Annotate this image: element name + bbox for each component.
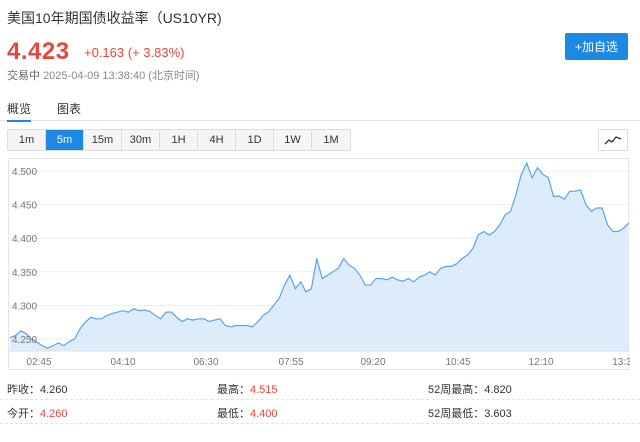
stat-prev-close: 昨收：4.260 — [7, 384, 68, 396]
x-tick-label: 12:10 — [528, 357, 553, 368]
y-tick-label: 4.400 — [12, 234, 37, 245]
stat-open: 今开：4.260 — [7, 408, 68, 420]
add-favorite-button[interactable]: +加自选 — [565, 33, 628, 60]
interval-1mo[interactable]: 1M — [312, 130, 350, 150]
x-tick-label: 07:55 — [278, 357, 303, 368]
y-tick-label: 4.350 — [12, 268, 37, 279]
y-tick-label: 4.450 — [12, 201, 37, 212]
tab-overview[interactable]: 概览 — [7, 100, 32, 122]
x-tick-label: 13:3 — [612, 357, 630, 368]
interval-30m[interactable]: 30m — [122, 130, 160, 150]
stats-row: 昨收：4.260 最高：4.515 52周最高：4.820 — [0, 375, 640, 400]
interval-1h[interactable]: 1H — [160, 130, 198, 150]
timestamp: 2025-04-09 13:38:40 (北京时间) — [43, 70, 200, 82]
stat-52w-high: 52周最高：4.820 — [428, 384, 512, 396]
line-chart-icon — [604, 136, 622, 145]
status-label: 交易中 — [7, 70, 40, 82]
x-tick-label: 10:45 — [445, 357, 470, 368]
interval-1d[interactable]: 1D — [236, 130, 274, 150]
stats-row: 今开：4.260 最低：4.400 52周最低：3.603 — [0, 399, 640, 424]
interval-5m[interactable]: 5m — [46, 130, 84, 150]
y-tick-label: 4.250 — [12, 335, 37, 346]
interval-15m[interactable]: 15m — [84, 130, 122, 150]
interval-1w[interactable]: 1W — [274, 130, 312, 150]
chart-type-toggle[interactable] — [598, 129, 628, 151]
y-tick-label: 4.300 — [12, 301, 37, 312]
interval-1m[interactable]: 1m — [8, 130, 46, 150]
x-tick-label: 09:20 — [360, 357, 385, 368]
stat-high: 最高：4.515 — [217, 384, 278, 396]
tab-chart[interactable]: 图表 — [57, 100, 81, 117]
view-tabs: 概览 图表 — [0, 96, 640, 122]
current-price: 4.423 — [7, 38, 70, 65]
stat-52w-low: 52周最低：3.603 — [428, 408, 512, 420]
x-tick-label: 02:45 — [26, 357, 51, 368]
y-tick-label: 4.500 — [12, 167, 37, 178]
stat-low: 最低：4.400 — [217, 408, 278, 420]
instrument-title: 美国10年期国债收益率（US10YR) — [7, 10, 222, 26]
interval-4h[interactable]: 4H — [198, 130, 236, 150]
price-change: +0.163 (+ 3.83%) — [84, 45, 185, 60]
x-tick-label: 06:30 — [193, 357, 218, 368]
price-area — [10, 163, 629, 351]
interval-selector: 1m 5m 15m 30m 1H 4H 1D 1W 1M — [7, 129, 351, 151]
price-chart-svg: 4.500 4.450 4.400 4.350 4.300 4.250 02:45 04:10… — [9, 161, 630, 368]
price-chart[interactable]: 4.500 4.450 4.400 4.350 4.300 4.250 02:45 04:10… — [8, 158, 630, 370]
x-tick-label: 04:10 — [110, 357, 135, 368]
trading-status: 交易中 2025-04-09 13:38:40 (北京时间) — [7, 67, 200, 83]
